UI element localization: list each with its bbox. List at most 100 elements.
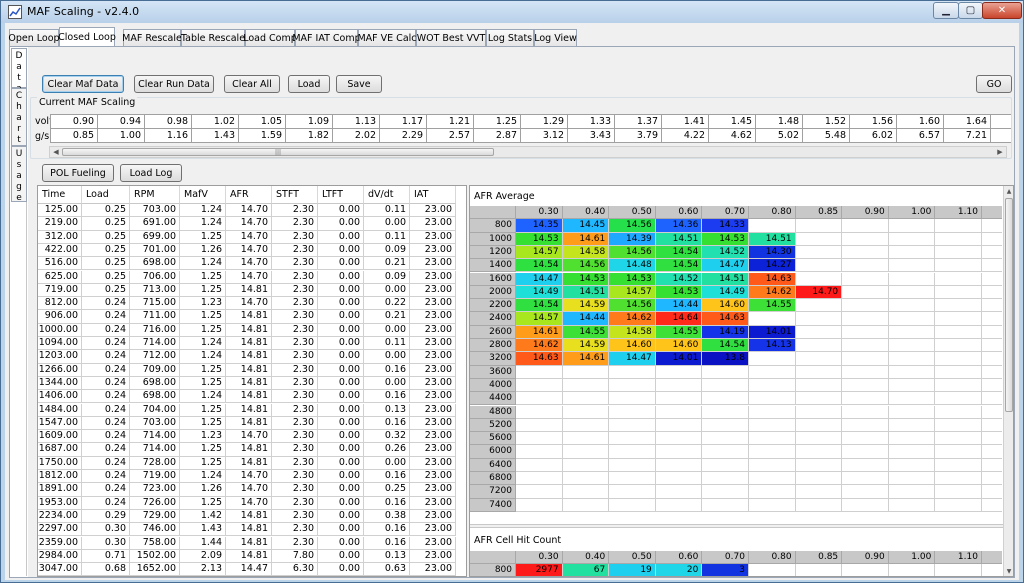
afr_average-cell[interactable] bbox=[842, 458, 889, 472]
afr_average-cell[interactable] bbox=[935, 259, 982, 273]
afr_average-cell[interactable] bbox=[795, 432, 843, 446]
afr_average-cell[interactable]: 14.62 bbox=[748, 285, 796, 300]
afr_average-cell[interactable]: 14.58 bbox=[562, 245, 610, 260]
table-row[interactable]: 1953.00 0.24 726.00 1.25 14.70 2.30 0.00 0.16 23… bbox=[38, 496, 456, 510]
volt-cell[interactable]: 1.48 bbox=[755, 114, 803, 129]
afr_average-cell[interactable] bbox=[748, 445, 796, 459]
afr_average-cell[interactable] bbox=[888, 472, 936, 486]
afr_average-cell[interactable] bbox=[888, 445, 936, 459]
log-column-header[interactable]: RPM bbox=[130, 186, 180, 204]
afr_hits-cell[interactable] bbox=[981, 564, 1002, 576]
afr_average-cell[interactable]: 14.60 bbox=[609, 339, 656, 353]
afr_average-cell[interactable] bbox=[935, 219, 982, 233]
afr_average-cell[interactable] bbox=[562, 498, 610, 512]
afr_average-cell[interactable]: 14.33 bbox=[702, 219, 749, 233]
gs-cell[interactable]: 1.43 bbox=[191, 128, 239, 143]
afr_average-cell[interactable] bbox=[795, 299, 843, 313]
afr_average-cell[interactable] bbox=[655, 378, 703, 393]
afr_average-cell[interactable] bbox=[655, 498, 703, 512]
afr_average-cell[interactable] bbox=[888, 392, 936, 406]
afr_hits-cell[interactable] bbox=[842, 564, 889, 576]
afr_hits-cell[interactable]: 3 bbox=[702, 564, 749, 576]
volt-cell[interactable]: 0.98 bbox=[144, 114, 192, 129]
afr_average-cell[interactable] bbox=[888, 259, 936, 273]
afr_average-cell[interactable] bbox=[609, 458, 656, 472]
afr_average-cell[interactable] bbox=[609, 432, 656, 446]
afr_average-cell[interactable] bbox=[795, 325, 843, 339]
afr_average-cell[interactable] bbox=[748, 498, 796, 512]
afr_average-cell[interactable] bbox=[888, 312, 936, 326]
afr_average-cell[interactable] bbox=[562, 458, 610, 472]
afr_average-cell[interactable] bbox=[609, 365, 656, 379]
afr_average-cell[interactable] bbox=[888, 245, 936, 260]
afr_average-cell[interactable] bbox=[842, 405, 889, 419]
afr_average-cell[interactable] bbox=[702, 485, 749, 499]
afr_average-cell[interactable] bbox=[655, 485, 703, 499]
afr_average-cell[interactable] bbox=[562, 378, 610, 393]
afr_average-cell[interactable]: 14.51 bbox=[562, 285, 610, 300]
afr_hits-cell[interactable]: 2977 bbox=[516, 564, 563, 576]
gs-cell[interactable]: 1.00 bbox=[97, 128, 145, 143]
afr_average-cell[interactable] bbox=[888, 458, 936, 472]
afr_average-cell[interactable] bbox=[702, 392, 749, 406]
afr_average-cell[interactable] bbox=[748, 432, 796, 446]
table-row[interactable]: 422.00 0.25 701.00 1.26 14.70 2.30 0.00 0.09 23.… bbox=[38, 243, 456, 258]
afr_average-cell[interactable] bbox=[842, 219, 889, 233]
afr_average-cell[interactable] bbox=[795, 378, 843, 393]
afr_average-cell[interactable]: 14.64 bbox=[655, 312, 703, 326]
clear-all-button[interactable]: Clear All bbox=[224, 75, 280, 93]
afr_average-cell[interactable] bbox=[842, 472, 889, 486]
scrollbar-thumb[interactable]: ||| bbox=[62, 148, 494, 156]
afr_average-cell[interactable] bbox=[935, 378, 982, 393]
afr_average-cell[interactable] bbox=[842, 392, 889, 406]
log-column-header[interactable]: dV/dt bbox=[364, 186, 410, 204]
afr_average-cell[interactable] bbox=[981, 259, 1002, 273]
table-row[interactable]: 1203.00 0.24 712.00 1.24 14.81 2.30 0.00 0.00 23… bbox=[38, 350, 456, 364]
table-row[interactable]: 1266.00 0.24 709.00 1.25 14.81 2.30 0.00 0.16 23… bbox=[38, 363, 456, 377]
afr_average-cell[interactable] bbox=[655, 458, 703, 472]
afr_hits-cell[interactable]: 67 bbox=[562, 564, 610, 576]
afr_average-cell[interactable]: 14.63 bbox=[702, 312, 749, 326]
afr_average-cell[interactable]: 14.48 bbox=[609, 259, 656, 273]
afr_average-cell[interactable] bbox=[795, 365, 843, 379]
afr_average-cell[interactable] bbox=[795, 405, 843, 419]
afr_average-cell[interactable]: 14.01 bbox=[748, 325, 796, 339]
afr_average-cell[interactable] bbox=[842, 285, 889, 300]
afr_average-cell[interactable] bbox=[981, 498, 1002, 512]
afr_average-cell[interactable] bbox=[981, 365, 1002, 379]
afr_average-cell[interactable]: 14.44 bbox=[655, 299, 703, 313]
table-row[interactable]: 1750.00 0.24 728.00 1.25 14.81 2.30 0.00 0.00 23… bbox=[38, 456, 456, 470]
afr_average-cell[interactable] bbox=[702, 445, 749, 459]
afr_average-cell[interactable] bbox=[935, 418, 982, 433]
afr_average-cell[interactable]: 14.55 bbox=[655, 325, 703, 339]
afr_hits-cell[interactable] bbox=[748, 564, 796, 576]
afr_average-cell[interactable] bbox=[842, 365, 889, 379]
afr_average-cell[interactable] bbox=[981, 458, 1002, 472]
afr_average-cell[interactable] bbox=[655, 445, 703, 459]
afr_average-cell[interactable] bbox=[655, 405, 703, 419]
afr_average-cell[interactable]: 14.60 bbox=[655, 339, 703, 353]
afr_average-cell[interactable] bbox=[981, 378, 1002, 393]
afr_hits-cell[interactable] bbox=[935, 564, 982, 576]
afr_average-cell[interactable] bbox=[888, 378, 936, 393]
go-button[interactable]: GO bbox=[976, 75, 1012, 93]
gs-cell[interactable]: 7.7 bbox=[990, 128, 1011, 143]
table-row[interactable]: 312.00 0.25 699.00 1.25 14.70 2.30 0.00 0.11 23.… bbox=[38, 230, 456, 244]
gs-cell[interactable]: 7.21 bbox=[943, 128, 991, 143]
table-row[interactable]: 812.00 0.24 715.00 1.23 14.70 2.30 0.00 0.22 23.… bbox=[38, 297, 456, 311]
table-row[interactable]: 1406.00 0.24 698.00 1.24 14.81 2.30 0.00 0.16 23… bbox=[38, 390, 456, 404]
afr_average-cell[interactable] bbox=[888, 219, 936, 233]
table-row[interactable]: 1547.00 0.24 703.00 1.25 14.81 2.30 0.00 0.16 23… bbox=[38, 416, 456, 431]
afr_average-cell[interactable] bbox=[842, 498, 889, 512]
gs-cell[interactable]: 5.48 bbox=[802, 128, 850, 143]
gs-cell[interactable]: 1.16 bbox=[144, 128, 192, 143]
scroll-left-icon[interactable]: ◀ bbox=[50, 147, 62, 157]
afr_average-cell[interactable] bbox=[748, 352, 796, 366]
gs-cell[interactable]: 3.79 bbox=[614, 128, 662, 143]
afr_average-cell[interactable] bbox=[935, 245, 982, 260]
volt-cell[interactable]: 1.13 bbox=[332, 114, 380, 129]
afr_average-cell[interactable] bbox=[981, 472, 1002, 486]
gs-cell[interactable]: 1.59 bbox=[238, 128, 286, 143]
afr_average-cell[interactable]: 14.57 bbox=[609, 285, 656, 300]
afr_average-cell[interactable]: 14.47 bbox=[516, 272, 563, 286]
